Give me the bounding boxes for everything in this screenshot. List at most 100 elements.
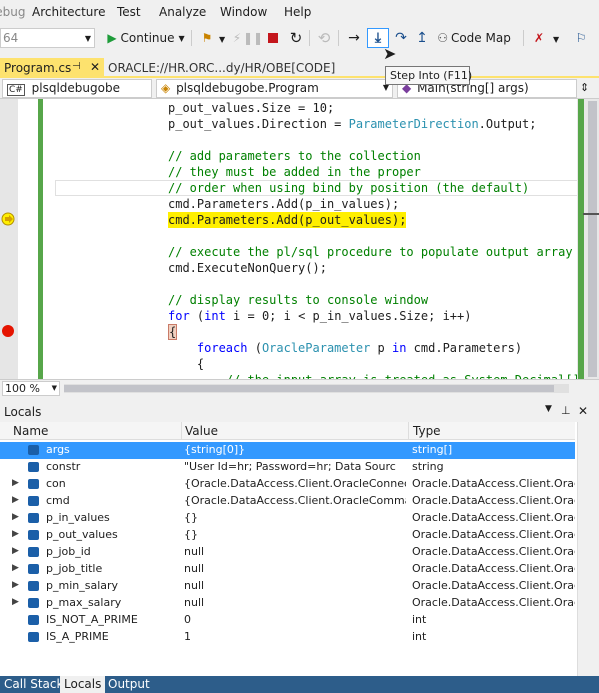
change-tracking-bar <box>38 99 43 379</box>
editor-vertical-scrollbar[interactable] <box>577 99 599 379</box>
locals-grid[interactable]: Name Value Type args {string[0]} string[] c… <box>0 422 599 676</box>
local-type: int <box>412 613 427 626</box>
show-next-statement-button[interactable]: → <box>344 28 364 48</box>
local-value[interactable]: null <box>184 596 406 609</box>
scroll-thumb[interactable] <box>64 385 554 392</box>
code-map-button[interactable]: ⚇ Code Map <box>434 28 514 48</box>
step-into-tooltip: Step Into (F11) <box>385 66 472 85</box>
expand-triangle-icon[interactable]: ▶ <box>12 495 19 505</box>
tab-locals[interactable]: Locals <box>60 676 106 693</box>
navigation-bar: C# plsqldebugobe ◈ plsqldebugobe.Program… <box>0 78 599 99</box>
tab-output[interactable]: Output <box>104 676 154 693</box>
locals-row[interactable]: IS_NOT_A_PRIME 0 int <box>0 612 575 629</box>
tab-oracle-code[interactable]: ORACLE://HR.ORC...dy/HR/OBE[CODE] <box>104 58 335 78</box>
menu-help[interactable]: Help <box>284 5 311 19</box>
local-value[interactable]: null <box>184 579 406 592</box>
pin-icon[interactable]: ⊥ <box>561 404 571 417</box>
expand-triangle-icon[interactable]: ▶ <box>12 512 19 522</box>
local-name: p_max_salary <box>46 596 122 609</box>
local-value[interactable]: 0 <box>184 613 406 626</box>
close-icon[interactable]: ✕ <box>90 60 100 74</box>
variable-icon <box>28 547 39 557</box>
chevron-down-icon[interactable]: ▼ <box>545 404 552 414</box>
local-type: Oracle.DataAccess.Client.Oracl <box>412 528 575 541</box>
local-value[interactable]: null <box>184 562 406 575</box>
project-dropdown[interactable]: C# plsqldebugobe <box>2 79 152 98</box>
locals-vertical-scrollbar[interactable] <box>577 422 599 676</box>
toggle-breakpoint-button[interactable]: ✗ <box>529 28 549 48</box>
code-line: p_out_values.Direction = ParameterDirect… <box>168 117 537 131</box>
locals-row[interactable]: ▶ p_in_values {} Oracle.DataAccess.Client.O… <box>0 510 575 527</box>
pause-icon: ❚❚ <box>242 31 264 45</box>
expand-triangle-icon[interactable]: ▶ <box>12 563 19 573</box>
menu-architecture[interactable]: Architecture <box>32 5 105 19</box>
local-value[interactable]: "User Id=hr; Password=hr; Data Sourc <box>184 460 406 473</box>
restart-button[interactable]: ↻ <box>286 28 306 48</box>
step-out-button[interactable]: ↥ <box>413 28 431 48</box>
split-editor-icon[interactable]: ⇕ <box>580 81 589 94</box>
tab-program-cs[interactable]: Program.cs ⊣ ✕ <box>0 58 104 78</box>
code-line: p_out_values.Size = 10; <box>168 101 335 115</box>
local-value[interactable]: 1 <box>184 630 406 643</box>
locals-row[interactable]: ▶ p_job_title null Oracle.DataAccess.Client… <box>0 561 575 578</box>
local-name: p_in_values <box>46 511 110 524</box>
locals-row[interactable]: constr "User Id=hr; Password=hr; Data Sou… <box>0 459 575 476</box>
restart-icon: ↻ <box>289 29 303 47</box>
menu-analyze[interactable]: Analyze <box>159 5 206 19</box>
local-value[interactable]: null <box>184 545 406 558</box>
continue-button[interactable]: ▶ Continue ▼ <box>104 28 188 48</box>
expand-triangle-icon[interactable]: ▶ <box>12 546 19 556</box>
locals-row[interactable]: ▶ cmd {Oracle.DataAccess.Client.OracleComm… <box>0 493 575 510</box>
tab-call-stack[interactable]: Call Stack <box>0 676 67 693</box>
expand-triangle-icon[interactable]: ▶ <box>12 529 19 539</box>
variable-icon <box>28 462 39 472</box>
local-value[interactable]: {Oracle.DataAccess.Client.OracleConnecti… <box>184 477 406 490</box>
menu-debug[interactable]: Debug <box>0 5 25 19</box>
zoom-dropdown[interactable]: 100 % ▼ <box>2 381 60 396</box>
local-name: p_out_values <box>46 528 118 541</box>
class-dropdown[interactable]: ◈ plsqldebugobe.Program ▼ <box>156 79 393 98</box>
column-header-name[interactable]: Name <box>13 424 48 438</box>
more-tools-button[interactable]: ⚐ <box>572 28 590 48</box>
pin-icon[interactable]: ⊣ <box>72 61 81 72</box>
editor-horizontal-scrollbar[interactable] <box>64 384 569 393</box>
local-value[interactable]: {} <box>184 511 406 524</box>
menu-test[interactable]: Test <box>117 5 141 19</box>
local-name: p_min_salary <box>46 579 119 592</box>
platform-dropdown[interactable]: 64 ▼ <box>0 28 95 48</box>
locals-row[interactable]: args {string[0]} string[] <box>0 442 575 459</box>
code-editor[interactable]: p_out_values.Size = 10; p_out_values.Dir… <box>0 99 599 379</box>
locals-row[interactable]: ▶ con {Oracle.DataAccess.Client.OracleConn… <box>0 476 575 493</box>
code-line: for (int i = 0; i < p_in_values.Size; i+… <box>168 309 472 323</box>
locals-row[interactable]: ▶ p_max_salary null Oracle.DataAccess.Clien… <box>0 595 575 612</box>
locals-panel-header: Locals ▼ ⊥ ✕ <box>0 402 599 422</box>
stop-button[interactable] <box>264 28 282 48</box>
expand-triangle-icon[interactable]: ▶ <box>12 478 19 488</box>
expand-triangle-icon[interactable]: ▶ <box>12 597 19 607</box>
local-type: Oracle.DataAccess.Client.Oracl <box>412 562 575 575</box>
apply-changes-button[interactable]: ⟲ <box>313 28 335 48</box>
tool-window-tabs: Call Stack Locals Output <box>0 676 599 693</box>
attach-process-button[interactable]: ⚑ <box>196 28 218 48</box>
local-value[interactable]: {Oracle.DataAccess.Client.OracleComman <box>184 494 406 507</box>
locals-row[interactable]: ▶ p_out_values {} Oracle.DataAccess.Client.… <box>0 527 575 544</box>
scroll-thumb[interactable] <box>588 101 597 377</box>
local-value[interactable]: {} <box>184 528 406 541</box>
local-value[interactable]: {string[0]} <box>184 443 406 456</box>
variable-icon <box>28 564 39 574</box>
glyph-margin[interactable] <box>0 99 18 379</box>
local-type: Oracle.DataAccess.Client.Oracl <box>412 596 575 609</box>
close-icon[interactable]: ✕ <box>578 404 588 418</box>
local-type: string <box>412 460 444 473</box>
breakpoint-icon[interactable] <box>2 325 14 337</box>
expand-triangle-icon[interactable]: ▶ <box>12 580 19 590</box>
csharp-icon: C# <box>7 84 25 96</box>
menu-window[interactable]: Window <box>220 5 267 19</box>
locals-row[interactable]: ▶ p_min_salary null Oracle.DataAccess.Clien… <box>0 578 575 595</box>
local-name: con <box>46 477 66 490</box>
locals-row[interactable]: IS_A_PRIME 1 int <box>0 629 575 646</box>
locals-row[interactable]: ▶ p_job_id null Oracle.DataAccess.Client.Or… <box>0 544 575 561</box>
column-header-value[interactable]: Value <box>185 424 218 438</box>
break-all-button[interactable]: ❚❚ <box>242 28 264 48</box>
column-header-type[interactable]: Type <box>413 424 441 438</box>
